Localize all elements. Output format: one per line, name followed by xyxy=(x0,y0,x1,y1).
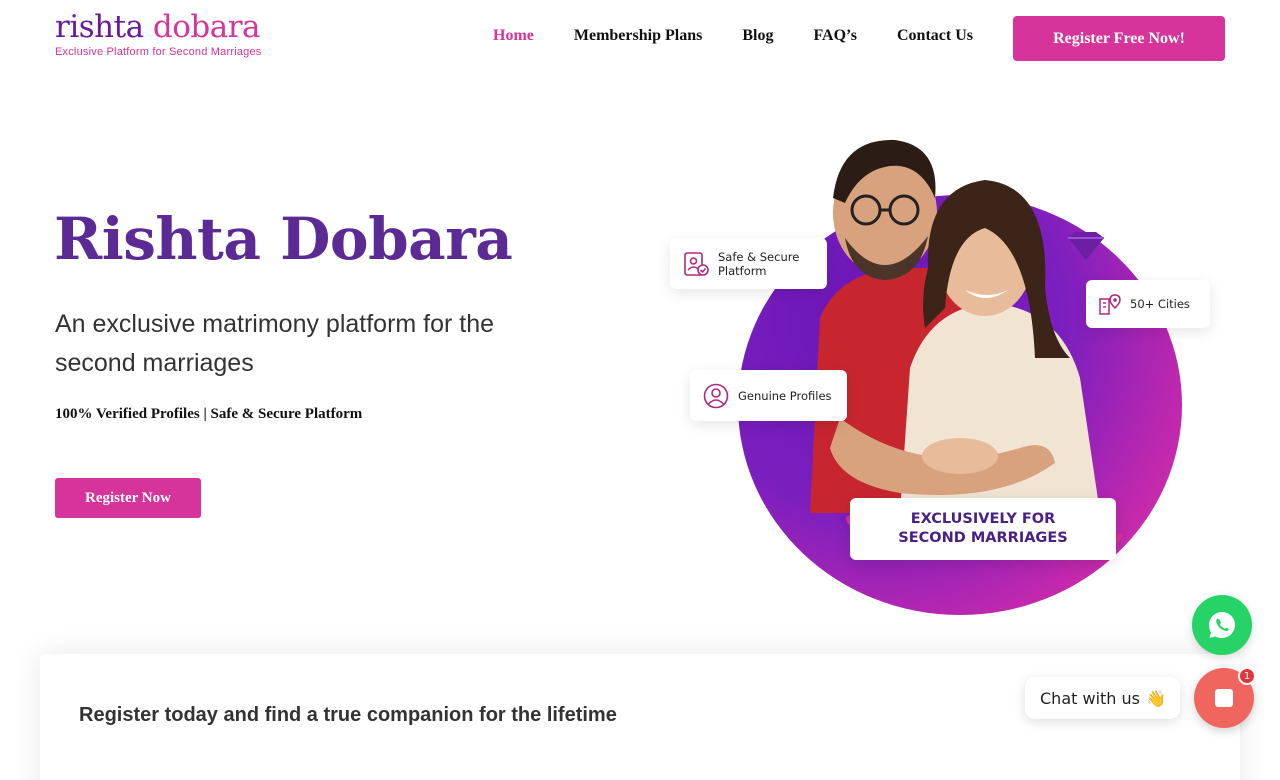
chat-greeting-bubble[interactable]: Chat with us 👋 xyxy=(1025,677,1180,719)
badge-genuine-label: Genuine Profiles xyxy=(738,388,832,403)
register-free-button[interactable]: Register Free Now! xyxy=(1013,16,1225,61)
site-header: rishta dobara Exclusive Platform for Sec… xyxy=(0,0,1280,80)
couple-photo xyxy=(810,139,1100,513)
hero-subtitle: An exclusive matrimony platform for the … xyxy=(55,310,495,377)
whatsapp-icon xyxy=(1209,612,1235,638)
chat-unread-badge: 1 xyxy=(1238,667,1256,685)
nav-item-faqs[interactable]: FAQ’s xyxy=(813,27,857,45)
chat-square-icon xyxy=(1215,689,1233,707)
register-heading: Register today and find a true companion… xyxy=(79,704,617,726)
main-nav: Home Membership Plans Blog FAQ’s Contact… xyxy=(493,27,973,45)
exclusive-card: EXCLUSIVELY FOR SECOND MARRIAGES xyxy=(850,498,1116,560)
waving-hand-icon: 👋 xyxy=(1145,688,1166,708)
badge-safe-secure: Safe & Secure Platform xyxy=(670,238,827,289)
nav-item-membership-plans[interactable]: Membership Plans xyxy=(574,27,702,45)
hero-title: Rishta Dobara xyxy=(54,205,513,273)
badge-cities: 50+ Cities xyxy=(1086,280,1210,328)
chat-greeting-text: Chat with us xyxy=(1040,688,1140,708)
logo-wordmark: rishta dobara xyxy=(55,9,261,45)
hero-illustration: Safe & Secure Platform Genuine Profiles … xyxy=(660,110,1220,615)
nav-item-home[interactable]: Home xyxy=(493,27,534,45)
city-location-icon xyxy=(1099,294,1121,315)
user-profile-icon xyxy=(703,383,729,408)
badge-genuine-profiles: Genuine Profiles xyxy=(690,370,847,421)
nav-item-blog[interactable]: Blog xyxy=(742,27,773,45)
whatsapp-button[interactable] xyxy=(1192,595,1252,655)
logo-tagline: Exclusive Platform for Second Marriages xyxy=(55,46,262,58)
hero-features: 100% Verified Profiles | Safe & Secure P… xyxy=(55,406,363,422)
exclusive-line-2: SECOND MARRIAGES xyxy=(898,530,1068,546)
badge-cities-label: 50+ Cities xyxy=(1130,297,1190,311)
nav-item-contact-us[interactable]: Contact Us xyxy=(897,27,973,45)
shield-document-icon xyxy=(684,251,709,276)
badge-safe-label: Safe & Secure Platform xyxy=(718,249,800,278)
register-now-button[interactable]: Register Now xyxy=(55,478,201,518)
site-logo[interactable]: rishta dobara Exclusive Platform for Sec… xyxy=(55,10,265,70)
exclusive-line-1: EXCLUSIVELY FOR xyxy=(910,511,1056,527)
diamond-icon xyxy=(1068,232,1104,260)
